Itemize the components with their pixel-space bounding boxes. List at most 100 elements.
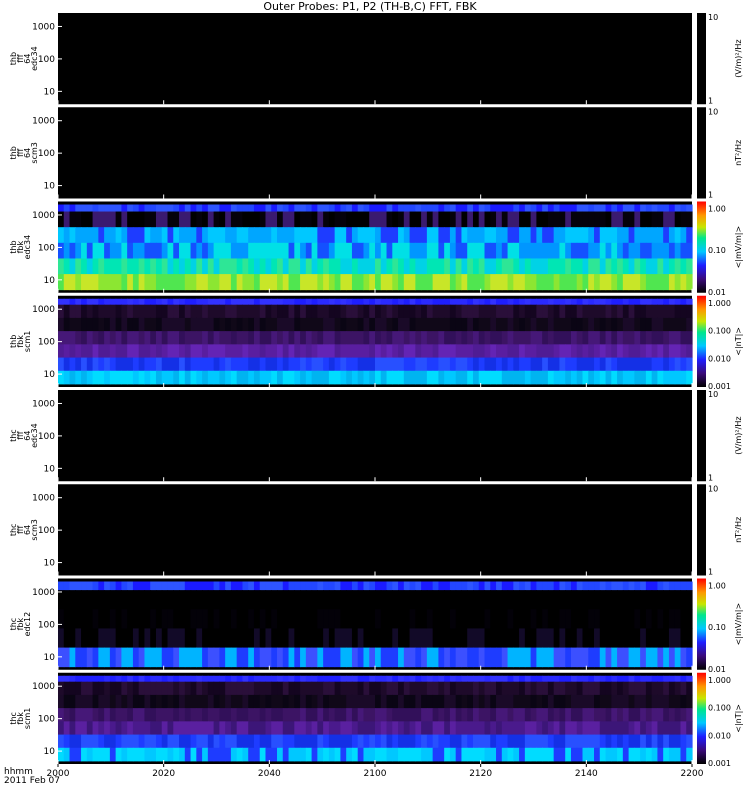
spectrogram-cell — [449, 357, 457, 372]
spectrogram-cell — [449, 204, 457, 212]
spectrogram-cell — [421, 274, 428, 291]
spectrogram-cell — [421, 304, 428, 319]
spectrogram-cell — [386, 681, 393, 696]
spectrogram-cell — [622, 258, 630, 275]
spectrogram-cell — [150, 331, 157, 345]
band-upper — [58, 590, 693, 610]
spectrogram-cell — [501, 298, 509, 306]
spectrogram-cell — [363, 628, 370, 648]
spectrogram-cell — [109, 227, 117, 244]
spectrogram-cell — [265, 628, 272, 648]
spectrogram-cell — [409, 628, 416, 648]
band-upper — [58, 681, 693, 696]
spectrogram-cell — [207, 211, 215, 228]
spectrogram-cell — [507, 708, 514, 722]
spectrogram-cell — [455, 708, 463, 722]
spectrogram-cell — [570, 331, 578, 345]
spectrogram-cell — [449, 370, 457, 385]
spectrogram-cell — [375, 581, 382, 591]
band-top — [58, 298, 693, 306]
spectrogram-cell — [98, 242, 105, 259]
spectrogram-cell — [259, 227, 267, 244]
spectrogram-cell — [490, 721, 497, 735]
spectrogram-cell — [467, 227, 474, 244]
spectrogram-cell — [449, 242, 457, 259]
spectrogram-cell — [403, 708, 411, 722]
spectrogram-cell — [92, 331, 99, 345]
spectrogram-cell — [645, 298, 653, 306]
spectrogram-cell — [496, 590, 503, 610]
spectrogram-cell — [132, 647, 140, 668]
spectrogram-cell — [363, 609, 370, 629]
spectrogram-cell — [640, 694, 647, 709]
spectrogram-cell — [588, 344, 595, 358]
spectrogram-cell — [588, 204, 595, 212]
spectrogram-cell — [461, 357, 468, 372]
spectrogram-cell — [58, 708, 65, 722]
spectrogram-cell — [155, 694, 163, 709]
spectrogram-cell — [467, 694, 474, 709]
colorbar-unit-text: <|nT|> — [734, 704, 743, 733]
spectrogram-cell — [403, 317, 411, 332]
spectrogram-cell — [155, 747, 163, 762]
y-tick-label: 10 — [44, 370, 56, 380]
spectrogram-cell — [449, 747, 457, 762]
spectrogram-cell — [242, 298, 249, 306]
spectrogram-cell — [634, 747, 641, 762]
spectrogram-cell — [190, 694, 197, 709]
spectrogram-cell — [363, 298, 370, 306]
spectrogram-cell — [75, 258, 82, 275]
spectrogram-cell — [86, 581, 94, 591]
spectrogram-cell — [334, 721, 342, 735]
spectrogram-cell — [265, 370, 272, 385]
band-low — [58, 734, 693, 749]
spectrogram-cell — [634, 304, 641, 319]
spectrogram-cell — [634, 609, 641, 629]
spectrogram-cell — [657, 647, 664, 668]
spectrogram-cell — [438, 675, 445, 683]
spectrogram-cell — [300, 694, 307, 709]
spectrogram-cell — [519, 258, 526, 275]
spectrogram-cell — [524, 734, 532, 749]
spectrogram-cell — [467, 211, 474, 228]
spectrogram-cell — [415, 675, 422, 683]
spectrogram-cell — [184, 708, 192, 722]
spectrogram-cell — [351, 590, 359, 610]
spectrogram-cell — [340, 304, 347, 319]
spectrogram-cell — [570, 357, 578, 372]
spectrogram-cell — [576, 274, 584, 291]
spectrogram-cell — [132, 304, 140, 319]
spectrogram-cell — [530, 734, 537, 749]
spectrogram-cell — [340, 258, 347, 275]
spectrogram-cell — [219, 242, 226, 259]
spectrogram-cell — [461, 708, 468, 722]
spectrogram-cell — [398, 734, 405, 749]
spectrogram-cell — [565, 647, 572, 668]
spectrogram-cell — [340, 242, 347, 259]
spectrogram-cell — [611, 628, 618, 648]
spectrogram-cell — [271, 317, 278, 332]
spectrogram-cell — [282, 628, 290, 648]
spectrogram-cell — [536, 675, 543, 683]
spectrogram-cell — [594, 681, 601, 696]
spectrogram-cell — [663, 211, 670, 228]
spectrogram-cell — [576, 609, 584, 629]
spectrogram-cell — [490, 344, 497, 358]
spectrogram-cell — [173, 590, 180, 610]
spectrogram-cell — [271, 708, 278, 722]
spectrogram-cell — [438, 647, 445, 668]
spectrogram-cell — [553, 734, 561, 749]
spectrogram-cell — [432, 747, 439, 762]
spectrogram-cell — [455, 734, 463, 749]
spectrogram-cell — [472, 721, 480, 735]
spectrogram-cell — [409, 227, 416, 244]
spectrogram-cell — [323, 609, 330, 629]
spectrogram-cell — [386, 331, 393, 345]
spectrogram-cell — [92, 304, 99, 319]
spectrogram-cell — [570, 609, 578, 629]
spectrogram-cell — [138, 274, 146, 291]
spectrogram-cell — [202, 274, 209, 291]
spectrogram-cell — [640, 581, 647, 591]
spectrogram-cell — [680, 628, 687, 648]
spectrogram-cell — [190, 581, 197, 591]
